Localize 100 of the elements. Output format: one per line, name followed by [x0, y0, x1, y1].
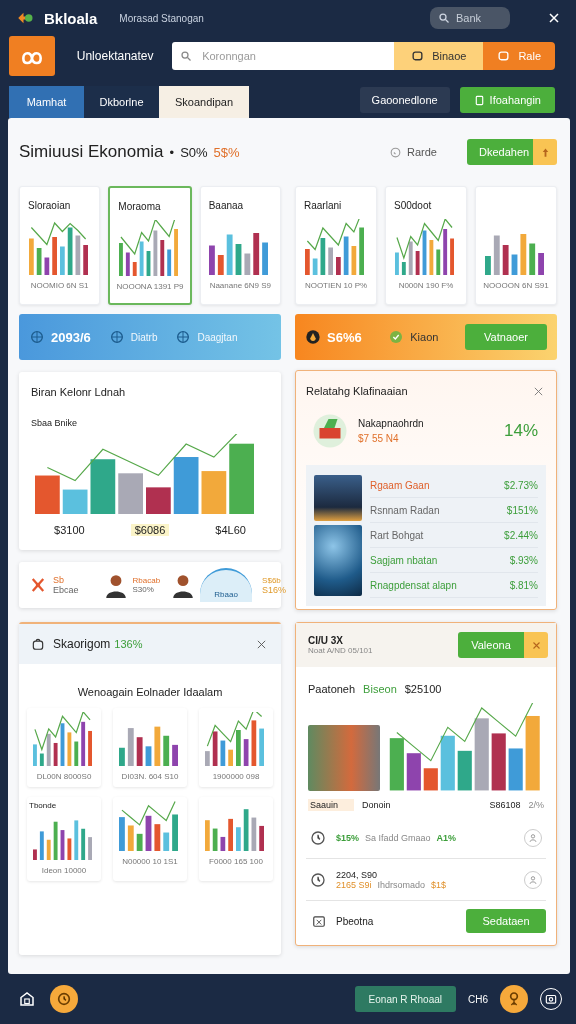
chart-bar	[46, 733, 51, 766]
chart-bar	[228, 749, 233, 766]
strip-label: Daagjtan	[197, 331, 238, 343]
chart-bar	[320, 238, 326, 275]
chart-bar	[62, 489, 88, 514]
chart-card[interactable]: S00doot N000N 190 F%	[385, 186, 467, 305]
chart-bar	[60, 830, 65, 860]
chart-bar	[243, 739, 249, 766]
chart-bar	[119, 747, 125, 766]
tab[interactable]: Skoandipan	[159, 86, 249, 118]
total-value: $3100	[54, 524, 85, 536]
chart-bar	[28, 238, 34, 275]
chart-bar	[74, 820, 79, 860]
chart-caption: Naanane 6N9 S9	[209, 281, 271, 290]
chart-bar	[220, 836, 226, 851]
chart-bar	[163, 735, 170, 766]
chart-card[interactable]: Baanaa Naanane 6N9 S9	[199, 186, 281, 305]
chart-bar	[51, 237, 57, 275]
chart-bar	[406, 753, 421, 791]
search-field[interactable]: Koronngan	[172, 42, 395, 70]
chart-card[interactable]: NOOOON 6N S91	[475, 186, 557, 305]
chart-bar	[132, 262, 137, 276]
chart-bar	[359, 227, 364, 275]
chart-bar	[74, 741, 79, 766]
close-icon	[533, 385, 544, 397]
chart-bar	[436, 249, 441, 275]
chart-bar	[67, 838, 72, 860]
chart-card[interactable]: Moraoma NOOONA 1391 P9	[108, 186, 192, 305]
chart-bar	[201, 471, 227, 514]
strip-label: Kiaon	[410, 331, 439, 343]
chart-bar	[227, 234, 233, 275]
chart-bar	[145, 815, 152, 851]
page-change: 5$%	[213, 144, 240, 160]
photo-placeholder	[314, 475, 362, 521]
chart-card[interactable]: Sloraoian NOOMIO 6N S1	[19, 186, 101, 305]
chart-bar	[81, 828, 86, 860]
bag-icon	[31, 637, 45, 651]
card-subtitle: Wenoagain Eolnader Idaalam	[76, 686, 224, 698]
chart-bar	[53, 742, 58, 766]
chart-bar	[205, 751, 210, 766]
chart-bar	[236, 730, 241, 766]
chart-bar	[395, 252, 399, 275]
trend-line	[120, 220, 177, 256]
chart-bar	[415, 251, 420, 275]
chart-bar	[259, 728, 264, 766]
gauge-value: S16%	[262, 584, 287, 595]
total-value: $6086	[130, 524, 170, 536]
chart-bar	[205, 820, 210, 851]
bottom-button[interactable]: Eonan R Rhoaal	[354, 986, 456, 1012]
chart-bar	[212, 731, 218, 766]
chart-bar	[33, 849, 37, 860]
chart-title: Baanaa	[208, 200, 244, 211]
trend-line	[121, 801, 176, 826]
close-icon	[256, 638, 267, 650]
tab[interactable]: Mamhat	[9, 86, 84, 118]
search-field[interactable]: Bank	[430, 7, 510, 29]
featured-price: $7 55 N4	[358, 433, 400, 444]
close-icon	[548, 12, 560, 24]
chart-card[interactable]: Raarlani NOOTIEN 10 P%	[295, 186, 377, 305]
chart-bar	[236, 827, 241, 851]
chart-bar	[118, 473, 143, 514]
chart-bar	[139, 241, 144, 276]
header-button[interactable]: Binaoe	[394, 42, 484, 70]
bottom-label: CH6	[468, 993, 488, 1005]
chart-bar	[90, 459, 116, 514]
trend-line	[30, 221, 86, 246]
profile-button[interactable]	[500, 985, 528, 1013]
chart-bar	[75, 235, 80, 275]
chart-bar	[60, 723, 65, 766]
chart-bar	[218, 255, 225, 275]
chart-bar	[235, 244, 242, 275]
ranking-value: $.81%	[509, 579, 538, 591]
action-button[interactable]: Gaoonedlone	[359, 87, 450, 113]
chart-bar	[228, 818, 233, 851]
card-title: Skaorigom	[53, 637, 111, 651]
chart-caption: NOOONA 1391 P9	[116, 282, 184, 291]
featured-percent: 14%	[503, 421, 538, 441]
close-icon	[531, 640, 541, 650]
chart-bar	[154, 726, 161, 766]
chart-bar	[163, 832, 170, 851]
clock-button[interactable]	[50, 985, 78, 1013]
chart-bar	[243, 809, 249, 851]
app-name: Bkloala	[44, 9, 98, 27]
chart-bar	[59, 246, 65, 275]
photo-caption: Saauin	[308, 799, 355, 811]
chart-bar	[529, 243, 536, 275]
chart-bar	[146, 251, 151, 276]
chart-bar	[485, 256, 491, 275]
strip-label: S6%6	[327, 329, 362, 345]
row-change: A1%	[436, 832, 457, 843]
chart-bar	[450, 238, 454, 275]
headline: Paatoneh	[308, 683, 356, 695]
chart-bar	[253, 233, 260, 275]
card-title: Biran Kelonr Ldnah	[31, 386, 127, 398]
tab[interactable]: Dkborlne	[84, 86, 159, 118]
chart-bar	[422, 230, 427, 275]
chart-bar	[229, 443, 254, 514]
filter-button[interactable]: Rarde	[383, 144, 443, 160]
chart-bar	[39, 753, 44, 766]
globe-icon	[29, 329, 45, 345]
